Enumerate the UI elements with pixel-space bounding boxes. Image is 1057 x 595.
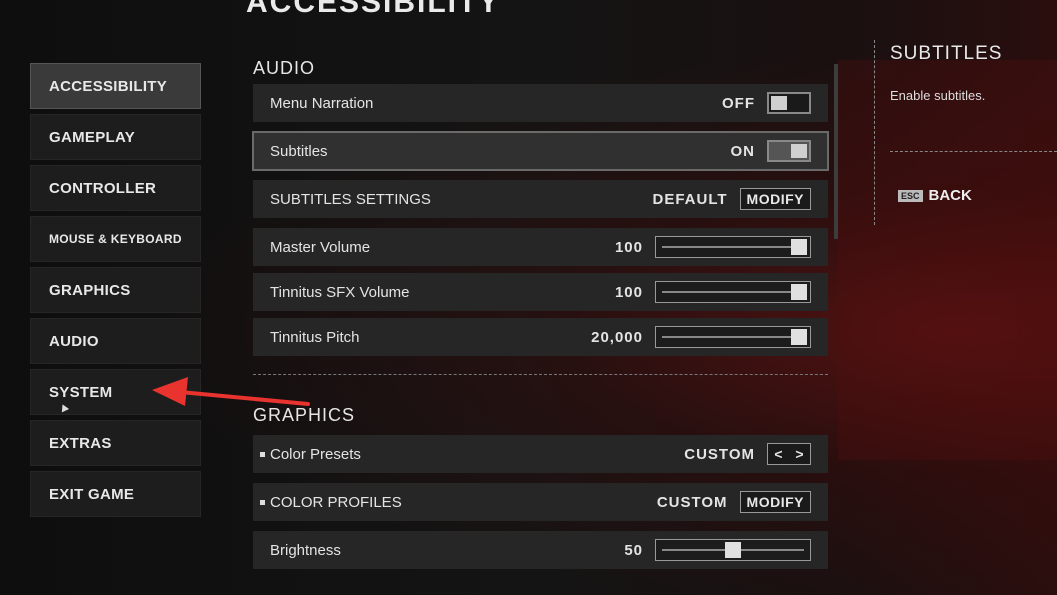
annotation-arrow-icon (152, 377, 310, 406)
